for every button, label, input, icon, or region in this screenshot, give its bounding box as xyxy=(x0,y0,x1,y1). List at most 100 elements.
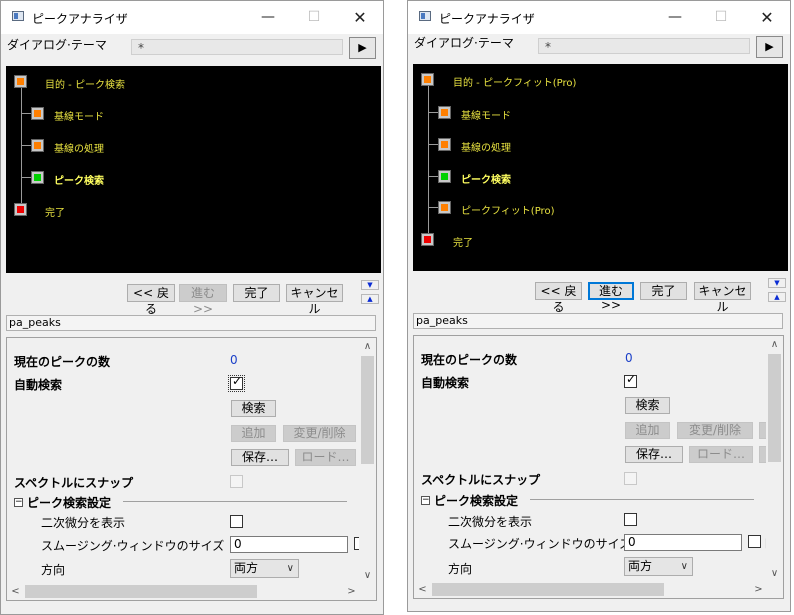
tree-node-label[interactable]: 基線の処理 xyxy=(461,139,511,154)
property-panel: 現在のピークの数 0 自動検索 ✓ 検索 追加 変更/削除 保存… ロード… ス… xyxy=(413,335,784,599)
tree-node-icon[interactable] xyxy=(438,170,451,183)
scroll-left-icon[interactable]: < xyxy=(7,583,24,600)
auto-smoothing-checkbox[interactable] xyxy=(748,535,761,548)
horizontal-scrollbar[interactable]: < > xyxy=(7,583,360,600)
scrollbar-thumb[interactable] xyxy=(361,356,374,464)
maximize-button[interactable]: ☐ xyxy=(698,1,744,34)
scroll-left-icon[interactable]: < xyxy=(414,581,431,598)
finish-button[interactable]: 完了 xyxy=(640,282,687,300)
tree-node-icon[interactable] xyxy=(438,106,451,119)
smoothing-window-input[interactable]: 0 xyxy=(230,536,348,553)
smoothing-window-input[interactable]: 0 xyxy=(624,534,742,551)
tree-connector xyxy=(428,112,438,113)
tree-node-label-current[interactable]: ピーク検索 xyxy=(461,171,511,186)
load-button[interactable]: ロード… xyxy=(295,449,356,466)
sheet-name-field[interactable]: pa_peaks xyxy=(6,315,376,331)
modify-delete-button[interactable]: 変更/削除 xyxy=(283,425,356,442)
collapse-icon[interactable]: − xyxy=(421,496,430,505)
modify-delete-button[interactable]: 変更/削除 xyxy=(677,422,753,439)
auto-find-checkbox[interactable]: ✓ xyxy=(228,374,245,392)
direction-select[interactable]: 両方 ∨ xyxy=(230,559,299,578)
tree-node-label[interactable]: 基線モード xyxy=(54,108,104,123)
dialog-theme-arrow-button[interactable]: ▶ xyxy=(756,36,783,58)
app-icon xyxy=(12,11,24,21)
close-button[interactable]: ✕ xyxy=(337,1,383,34)
finish-button[interactable]: 完了 xyxy=(233,284,280,302)
scroll-up-arrow-button[interactable]: ▲ xyxy=(361,294,379,304)
triangle-up-icon: ▲ xyxy=(367,295,373,303)
show-2nd-derivative-checkbox[interactable] xyxy=(230,515,243,528)
title-bar[interactable]: ピークアナライザ — ☐ ✕ xyxy=(408,1,790,34)
scroll-up-icon[interactable]: ∧ xyxy=(359,338,376,355)
maximize-button[interactable]: ☐ xyxy=(291,1,337,34)
scrollbar-thumb[interactable] xyxy=(25,585,257,598)
horizontal-scrollbar[interactable]: < > xyxy=(414,581,767,598)
tree-node-label[interactable]: ピークフィット(Pro) xyxy=(461,202,554,217)
find-button[interactable]: 検索 xyxy=(231,400,276,417)
tree-node-label[interactable]: 目的 - ピークフィット(Pro) xyxy=(453,74,576,89)
load-button[interactable]: ロード… xyxy=(689,446,753,463)
vertical-scrollbar[interactable]: ∧ ∨ xyxy=(766,336,783,582)
app-icon xyxy=(419,11,431,21)
vertical-scrollbar[interactable]: ∧ ∨ xyxy=(359,338,376,584)
scrollbar-thumb[interactable] xyxy=(768,354,781,462)
auto-find-checkbox[interactable]: ✓ xyxy=(624,372,637,388)
tree-connector xyxy=(428,144,438,145)
scroll-down-arrow-button[interactable]: ▼ xyxy=(361,280,379,290)
tree-node-icon[interactable] xyxy=(421,73,434,86)
save-button[interactable]: 保存… xyxy=(231,449,289,466)
tree-node-label[interactable]: 基線の処理 xyxy=(54,140,104,155)
sheet-name-field[interactable]: pa_peaks xyxy=(413,313,783,329)
scroll-down-icon[interactable]: ∨ xyxy=(359,567,376,584)
tree-node-label[interactable]: 完了 xyxy=(45,204,65,219)
tree-node-label[interactable]: 基線モード xyxy=(461,107,511,122)
tree-connector xyxy=(21,145,31,146)
dialog-theme-arrow-button[interactable]: ▶ xyxy=(349,37,376,59)
tree-node-icon[interactable] xyxy=(421,233,434,246)
scroll-right-icon[interactable]: > xyxy=(343,583,360,600)
collapse-icon[interactable]: − xyxy=(14,498,23,507)
tree-node-icon[interactable] xyxy=(31,171,44,184)
tree-node-icon[interactable] xyxy=(438,138,451,151)
chevron-down-icon: ∨ xyxy=(286,563,294,574)
back-button[interactable]: << 戻る xyxy=(535,282,582,314)
next-button[interactable]: 進む >> xyxy=(179,284,227,316)
step-square-icon xyxy=(424,76,431,83)
scroll-up-arrow-button[interactable]: ▲ xyxy=(768,292,786,302)
scroll-up-icon[interactable]: ∧ xyxy=(766,336,783,353)
tree-node-icon[interactable] xyxy=(31,107,44,120)
tree-node-icon[interactable] xyxy=(14,203,27,216)
tree-node-icon[interactable] xyxy=(31,139,44,152)
tree-node-icon[interactable] xyxy=(14,75,27,88)
tree-node-label[interactable]: 完了 xyxy=(453,234,473,249)
add-button[interactable]: 追加 xyxy=(231,425,276,442)
snap-to-spectrum-checkbox[interactable] xyxy=(624,472,637,485)
tree-node-label[interactable]: 目的 - ピーク検索 xyxy=(45,76,125,91)
cancel-button[interactable]: キャンセル xyxy=(286,284,343,316)
scroll-down-arrow-button[interactable]: ▼ xyxy=(768,278,786,288)
title-bar[interactable]: ピークアナライザ — ☐ ✕ xyxy=(1,1,383,34)
direction-value: 両方 xyxy=(234,561,259,575)
tree-node-label-current[interactable]: ピーク検索 xyxy=(54,172,104,187)
tree-node-icon[interactable] xyxy=(438,201,451,214)
show-2nd-derivative-checkbox[interactable] xyxy=(624,513,637,526)
scrollbar-thumb[interactable] xyxy=(432,583,664,596)
scroll-right-icon[interactable]: > xyxy=(750,581,767,598)
direction-select[interactable]: 両方 ∨ xyxy=(624,557,693,576)
save-button[interactable]: 保存… xyxy=(625,446,683,463)
add-button[interactable]: 追加 xyxy=(625,422,670,439)
minimize-button[interactable]: — xyxy=(245,1,291,34)
find-button[interactable]: 検索 xyxy=(625,397,670,414)
next-button[interactable]: 進む >> xyxy=(588,282,634,312)
snap-to-spectrum-label: スペクトルにスナップ xyxy=(421,473,541,487)
cancel-button[interactable]: キャンセル xyxy=(694,282,751,314)
tree-connector xyxy=(21,177,31,178)
back-button[interactable]: << 戻る xyxy=(127,284,175,316)
auto-find-label: 自動検索 xyxy=(421,376,470,390)
minimize-button[interactable]: — xyxy=(652,1,698,34)
close-button[interactable]: ✕ xyxy=(744,1,790,34)
scroll-down-icon[interactable]: ∨ xyxy=(766,565,783,582)
snap-to-spectrum-checkbox[interactable] xyxy=(230,475,243,488)
dialog-theme-input[interactable]: * xyxy=(538,38,750,54)
dialog-theme-input[interactable]: * xyxy=(131,39,343,55)
